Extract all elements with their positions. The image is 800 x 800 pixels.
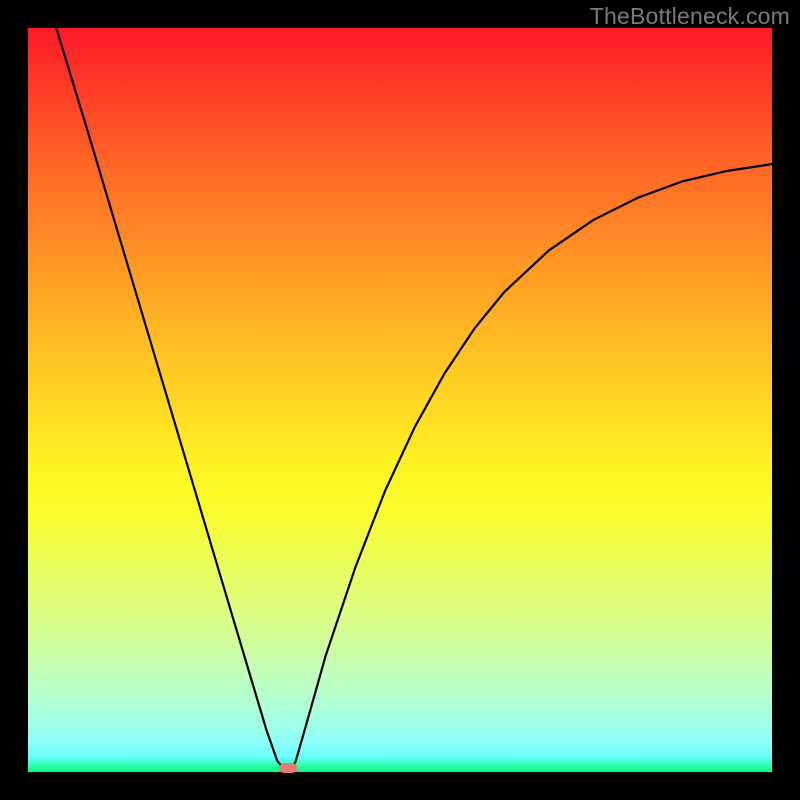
plot-area <box>28 28 772 772</box>
chart-stage: TheBottleneck.com <box>0 0 800 800</box>
watermark-text: TheBottleneck.com <box>590 3 790 30</box>
bottleneck-curve <box>28 28 772 772</box>
minimum-marker <box>279 763 297 773</box>
